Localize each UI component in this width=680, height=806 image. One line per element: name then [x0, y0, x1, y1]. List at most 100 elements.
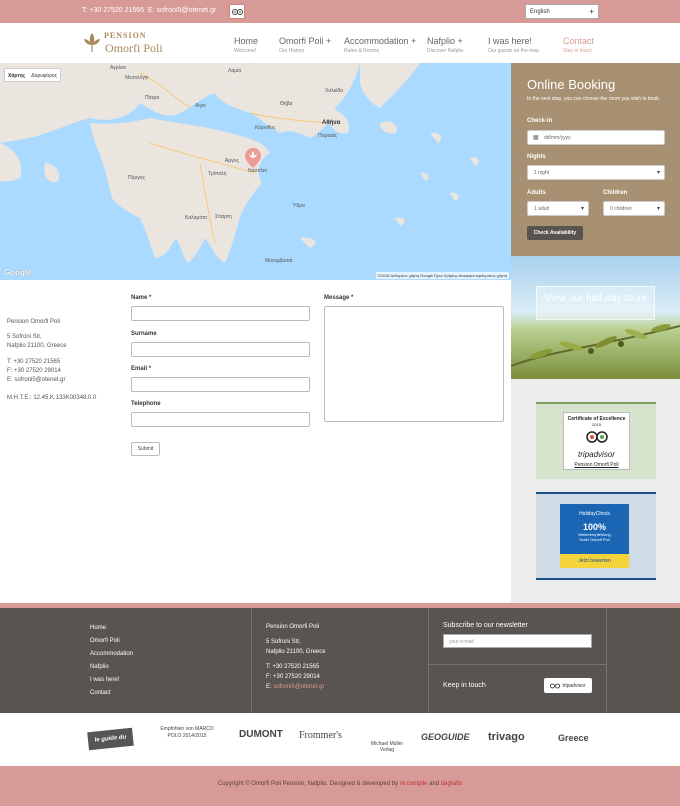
tripadvisor-badge[interactable]: Certificate of Excellence 2015 tripadvis… [536, 402, 656, 479]
contact-street: 5 Sofroni Str, [7, 334, 42, 340]
newsletter-input[interactable]: your e-mail [443, 634, 592, 648]
footer-link-home[interactable]: Home [90, 622, 133, 635]
message-textarea[interactable] [324, 306, 504, 422]
contact-info: Pension Omorfi Poli [7, 318, 60, 327]
footer-link-nafplio[interactable]: Nafplio [90, 661, 133, 674]
checkin-input[interactable]: ▦ dd/mm/yyyy [527, 130, 665, 145]
partner-logo-michael-muller[interactable]: Michael Müller Verlag [366, 741, 408, 753]
footer-link-i-was-here[interactable]: I was here! [90, 674, 133, 687]
surname-input[interactable] [131, 342, 310, 357]
contact-email[interactable]: E: sofroni5@otenet.gr [7, 376, 65, 385]
adults-select[interactable]: 1 adult ▾ [527, 201, 589, 216]
nights-select[interactable]: 1 night ▾ [527, 165, 665, 180]
map-label: Θήβα [280, 101, 293, 107]
partner-logo-geoguide[interactable]: GEOGUIDE [421, 732, 470, 742]
online-booking-panel: Online Booking In the next step, you can… [511, 63, 680, 256]
tripadvisor-footer-button[interactable]: tripadvisor [544, 678, 592, 693]
footer-tel: T: +30 27520 21565 [266, 664, 320, 670]
map-label: Ναύπλιο [248, 168, 268, 174]
adults-value: 1 adult [534, 206, 550, 212]
checkin-placeholder: dd/mm/yyyy [544, 135, 571, 141]
tours-banner[interactable]: View our half-day tours [511, 256, 680, 379]
map-label: Σπάρτη [215, 214, 232, 220]
holidaycheck-line2: Hotel Omorfi Poli [579, 537, 610, 542]
nav-subtitle: Welcome! [234, 48, 257, 54]
map-label: Πύργος [128, 175, 145, 181]
language-select[interactable]: English + [525, 4, 599, 19]
nav-title: Contact [563, 36, 595, 46]
holidaycheck-cta[interactable]: Jetzt bewerten [560, 554, 629, 568]
email-input[interactable] [131, 377, 310, 392]
partner-logo-greece[interactable]: Greece [558, 733, 589, 743]
partner-logo-routard[interactable]: le guide du routard [87, 727, 134, 761]
partner-logo-dumont[interactable]: DUMONT [239, 729, 283, 740]
email-label: Email * [131, 366, 152, 372]
map-label: Μεσολόγγι [125, 75, 149, 81]
copyright-bar: Copyright © Omorfi Poli Pension, Nafplio… [0, 766, 680, 806]
nav-nafplio[interactable]: Nafplio + Discover Nafplio [427, 36, 463, 54]
nav-plus-icon: + [457, 36, 463, 46]
map-label: Αίγιο [195, 103, 206, 109]
children-select[interactable]: 0 children ▾ [603, 201, 665, 216]
map-label: Λαμία [228, 68, 242, 74]
submit-button[interactable]: Submit [131, 442, 160, 456]
map-type-satellite[interactable]: Δορυφόρος [31, 73, 57, 79]
newsletter-label: Subscribe to our newsletter [443, 622, 528, 629]
nav-accommodation[interactable]: Accommodation + Rates & Rooms [344, 36, 416, 54]
keep-in-touch-label: Keep in touch [443, 682, 486, 689]
developer-link-dagrafix[interactable]: dagrafix [441, 781, 462, 787]
booking-intro: In the next step, you can choose the roo… [527, 96, 661, 102]
contact-phones: T: +30 27520 21565 F: +30 27520 29014 E:… [7, 358, 65, 385]
children-value: 0 children [610, 206, 632, 212]
nav-home[interactable]: Home Welcome! [234, 36, 258, 54]
nav-omorfi-poli[interactable]: Omorfi Poli + Our History [279, 36, 331, 54]
map-label: Άργος [225, 158, 239, 164]
holidaycheck-card: HolidayCheck 100% Weiterempfehlung Hotel… [560, 504, 629, 568]
partner-logo-frommers[interactable]: Frommer's [299, 730, 342, 741]
nav-title: Accommodation [344, 36, 409, 46]
contact-mhte-value: M.H.T.E.: 12.45.K.133K00348.0.0 [7, 395, 97, 401]
footer-link-accommodation[interactable]: Accommodation [90, 648, 133, 661]
footer: Home Omorfi Poli Accommodation Nafplio I… [0, 608, 680, 713]
telephone-input[interactable] [131, 412, 310, 427]
tripadvisor-brand: tripadvisor [578, 450, 615, 459]
contact-tel: T: +30 27520 21565 [7, 359, 61, 365]
holidaycheck-badge[interactable]: HolidayCheck 100% Weiterempfehlung Hotel… [536, 492, 656, 580]
footer-link-omorfi-poli[interactable]: Omorfi Poli [90, 635, 133, 648]
nav-plus-icon: + [411, 36, 417, 46]
tours-label: View our half-day tours [536, 286, 655, 320]
map-type-control[interactable]: Χάρτης Δορυφόρος [4, 68, 62, 82]
top-email[interactable]: E: sofroni5@otenet.gr [148, 7, 216, 14]
tripadvisor-icon[interactable] [229, 4, 245, 19]
check-availability-button[interactable]: Check Availability [527, 226, 583, 240]
booking-title: Online Booking [527, 77, 616, 92]
google-map[interactable]: Χάρτης Δορυφόρος Πάτρα Αίγιο Κόρινθος Αθ… [0, 63, 511, 280]
footer-city: Nafplio 21100, Greece [266, 649, 326, 655]
map-label: Πειραιάς [318, 133, 338, 139]
footer-link-contact[interactable]: Contact [90, 687, 133, 700]
nav-contact[interactable]: Contact Stay in touch [563, 36, 594, 54]
partner-logo-trivago[interactable]: trivago [488, 731, 525, 743]
tripadvisor-owl-icon [585, 431, 608, 443]
logo-name: Omorfi Poli [105, 41, 163, 55]
nav-i-was-here[interactable]: I was here! Our guests on the map [488, 36, 539, 54]
logo[interactable]: PENSION Omorfi Poli [82, 31, 172, 59]
footer-divider [251, 608, 252, 713]
footer-email[interactable]: sofroni5@otenet.gr [273, 684, 324, 690]
footer-links: Home Omorfi Poli Accommodation Nafplio I… [90, 622, 133, 700]
nav-title: I was here! [488, 36, 533, 46]
message-label: Message * [324, 295, 354, 301]
top-bar: T: +30 27520 21565 E: sofroni5@otenet.gr… [0, 0, 680, 23]
plus-icon: + [589, 7, 594, 16]
chevron-down-icon: ▾ [656, 170, 660, 176]
developer-link-recompile[interactable]: re compile [400, 781, 428, 787]
nights-value: 1 night [534, 170, 550, 176]
map-attribution[interactable]: ©2016 Δεδομένα χάρτη Google Όροι Χρήσης … [375, 272, 509, 279]
name-input[interactable] [131, 306, 310, 321]
adults-label: Adults [527, 190, 546, 196]
map-type-map[interactable]: Χάρτης [8, 73, 25, 79]
location-pin-icon[interactable] [245, 148, 261, 168]
certificate-hotel[interactable]: Pension Omorfi Poli [564, 462, 629, 468]
partner-logo-marco-polo[interactable]: Empfohlen von MARCO POLO 2014/2015 [158, 726, 216, 740]
partners-strip: le guide du routard Empfohlen von MARCO … [0, 713, 680, 766]
